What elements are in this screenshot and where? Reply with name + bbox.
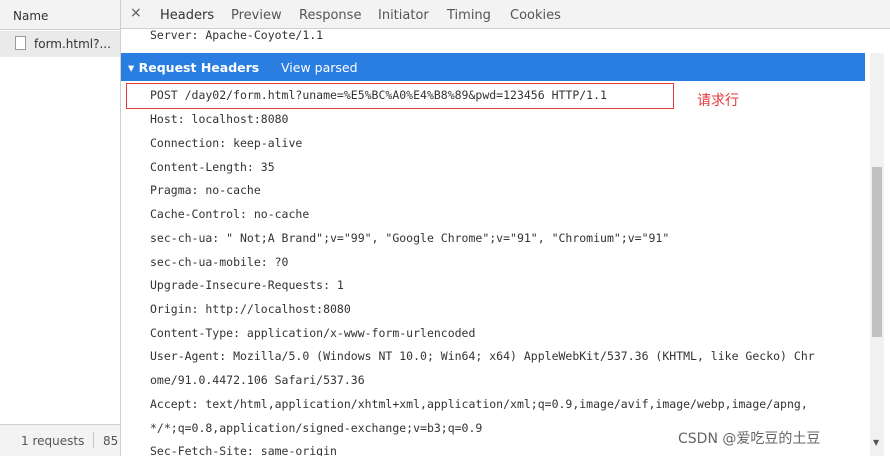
tab-preview[interactable]: Preview [231,8,282,23]
header-line: Accept: text/html,application/xhtml+xml,… [150,397,808,411]
header-line: User-Agent: Mozilla/5.0 (Windows NT 10.0… [150,349,815,363]
request-list-panel: Name form.html?... 1 requests 85 [0,0,121,456]
file-icon [15,36,26,50]
header-line: Sec-Fetch-Site: same-origin [150,444,337,456]
header-line: Origin: http://localhost:8080 [150,302,351,316]
detail-tab-bar: × Headers Preview Response Initiator Tim… [121,0,890,29]
section-title[interactable]: ▾ Request Headers [128,60,259,75]
tab-timing[interactable]: Timing [447,8,491,23]
header-line: Upgrade-Insecure-Requests: 1 [150,278,344,292]
header-line-continued: */*;q=0.8,application/signed-exchange;v=… [150,421,483,435]
tab-response[interactable]: Response [299,8,361,23]
header-line: sec-ch-ua: " Not;A Brand";v="99", "Googl… [150,231,670,245]
tab-initiator[interactable]: Initiator [378,8,429,23]
request-row[interactable]: form.html?... [0,31,120,57]
request-line: POST /day02/form.html?uname=%E5%BC%A0%E4… [150,88,607,102]
vertical-scrollbar[interactable] [870,53,884,456]
header-line-continued: ome/91.0.4472.106 Safari/537.36 [150,373,365,387]
header-line: sec-ch-ua-mobile: ?0 [150,255,289,269]
view-parsed-link[interactable]: View parsed [281,60,358,75]
annotation-label: 请求行 [697,93,739,109]
request-count: 1 requests [21,434,85,448]
request-headers-section-bar[interactable]: ▾ Request Headers View parsed [121,53,865,81]
request-detail-panel: × Headers Preview Response Initiator Tim… [121,0,890,456]
server-header-line: Server: Apache-Coyote/1.1 [150,28,324,42]
header-line: Content-Length: 35 [150,160,275,174]
header-line: Connection: keep-alive [150,136,303,150]
request-name[interactable]: form.html?... [34,37,111,51]
scroll-down-arrow-icon[interactable]: ▼ [873,438,879,447]
header-line: Pragma: no-cache [150,183,261,197]
name-column-header[interactable]: Name [0,0,120,30]
tab-cookies[interactable]: Cookies [510,8,561,23]
close-icon[interactable]: × [130,5,142,21]
status-footer: 1 requests 85 [0,424,120,456]
tab-headers[interactable]: Headers [160,8,214,23]
scrollbar-thumb[interactable] [872,167,882,337]
header-line: Content-Type: application/x-www-form-url… [150,326,476,340]
watermark: CSDN @爱吃豆的土豆 [678,431,821,447]
transferred-size: 85 [103,434,119,448]
footer-divider [93,432,94,448]
header-line: Cache-Control: no-cache [150,207,310,221]
header-line: Host: localhost:8080 [150,112,289,126]
